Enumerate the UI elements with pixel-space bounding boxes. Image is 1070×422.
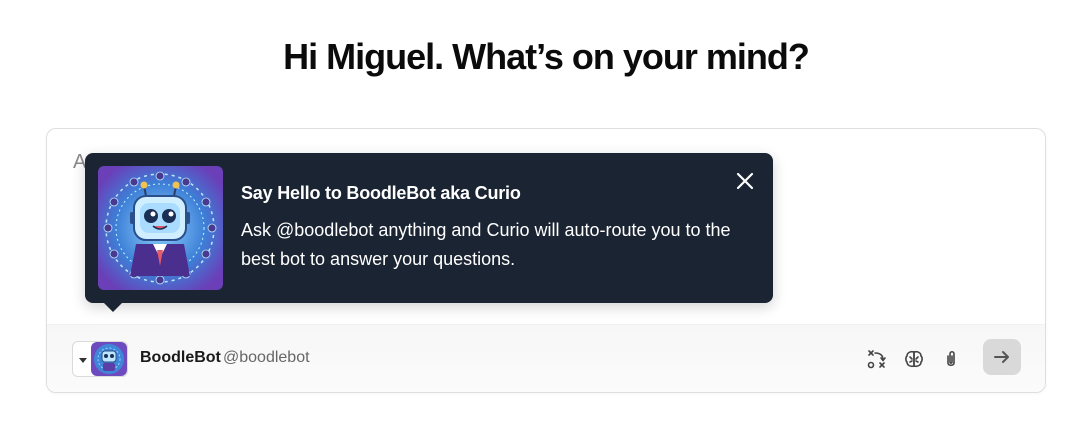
- bot-selector-dropdown[interactable]: [72, 341, 128, 377]
- page-title: Hi Miguel. What’s on your mind?: [283, 36, 810, 77]
- popover-body: Ask @boodlebot anything and Curio will a…: [241, 220, 731, 269]
- close-icon[interactable]: [733, 169, 757, 193]
- popover-title: Say Hello to BoodleBot aka Curio: [241, 183, 521, 203]
- send-button[interactable]: [983, 339, 1021, 375]
- bot-avatar: [91, 342, 127, 376]
- paperclip-icon[interactable]: [939, 347, 963, 371]
- bot-handle: @boodlebot: [223, 349, 310, 366]
- popover-pointer: [103, 302, 123, 312]
- robot-avatar-icon: [98, 166, 223, 290]
- intro-popover: Say Hello to BoodleBot aka Curio Ask @bo…: [85, 153, 773, 312]
- arrow-right-icon: [994, 351, 1009, 363]
- brain-icon[interactable]: [902, 347, 926, 371]
- caret-down-icon: [79, 358, 87, 363]
- workflow-icon[interactable]: [865, 347, 889, 371]
- page: Hi Miguel. What’s on your mind? Ask anyt…: [0, 0, 1070, 422]
- composer-footer: BoodleBot @boodlebot: [47, 324, 1045, 392]
- bot-name: BoodleBot: [140, 349, 221, 366]
